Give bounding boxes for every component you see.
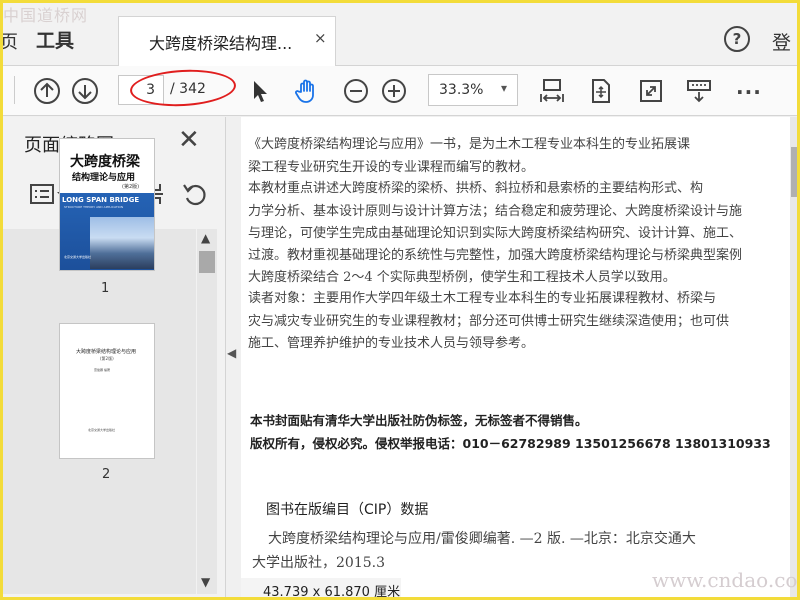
scroll-down-icon[interactable]: ▼ [201,575,210,589]
zoom-out-button[interactable] [339,74,373,108]
arrow-down-circle-icon [72,78,98,104]
cover-band: LONG SPAN BRIDGE STRUCTURE THEORY AND AP… [60,193,154,270]
scrollbar-thumb[interactable] [199,251,215,273]
cover-publisher: 北京交通大学出版社 [64,255,92,259]
fit-page-icon [592,79,610,103]
doc-line: 本教材重点讲述大跨度桥梁的梁桥、拱桥、斜拉桥和悬索桥的主要结构形式、构 [248,181,704,196]
cover-english-subtitle: STRUCTURE THEORY AND APPLICATION [64,205,124,209]
document-view[interactable]: 《大跨度桥梁结构理论与应用》一书，是为土木工程专业本科生的专业拓展课 梁工程专业… [241,117,800,600]
watermark-bottom: www.cndao.com [652,568,800,592]
keyboard-down-icon [687,80,711,103]
cip-heading: 图书在版编目（CIP）数据 [266,502,429,518]
hand-icon [295,79,314,103]
cover-bridge-photo [90,217,154,269]
doc-line: 《大跨度桥梁结构理论与应用》一书，是为土木工程专业本科生的专业拓展课 [248,137,691,152]
doc-line: 梁工程专业研究生开设的专业课程而编写的教材。 [248,160,535,175]
tab-home-stub[interactable]: 页 [0,28,18,54]
copyright-notice: 版权所有，侵权必究。侵权举报电话：010－62782989 1350125667… [250,436,771,451]
more-options-icon[interactable]: ··· [736,80,762,104]
collapse-panel-icon[interactable]: ◀ [227,346,236,360]
cover-edition: (第2版) [122,184,140,190]
main-toolbar: 3 / 342 33.3% ▾ ··· [0,66,800,116]
doc-line: 力学分析、基本设计原则与设计计算方法；结合稳定和疲劳理论、大跨度桥梁设计与施 [248,204,743,219]
read-mode-button[interactable] [682,74,716,108]
title-page-publisher: 北京交通大学出版社 [88,428,116,432]
doc-line: 灾与减灾专业研究生的专业课程教材；部分还可供博士研究生继续深造使用；也可供 [248,314,730,329]
cover-subtitle: 结构理论与应用 [72,173,136,183]
thumbnail-label: 1 [101,281,110,296]
tab-document[interactable]: 大跨度桥梁结构理... × [118,16,336,67]
plus-circle-icon [382,79,406,103]
zoom-in-button[interactable] [377,74,411,108]
help-icon[interactable]: ? [724,26,750,52]
tab-tools[interactable]: 工具 [36,26,74,53]
anti-counterfeit-notice: 本书封面贴有清华大学出版社防伪标签，无标签者不得销售。 [250,413,588,428]
rotate-page-button[interactable] [178,177,212,211]
document-scrollbar[interactable] [790,117,800,600]
fit-width-icon [540,79,564,102]
arrow-up-circle-icon [34,78,60,104]
close-panel-icon[interactable]: ✕ [178,127,200,153]
full-screen-button[interactable] [634,74,668,108]
thumbnail-page-1[interactable]: 大跨度桥梁 结构理论与应用 (第2版) LONG SPAN BRIDGE STR… [59,138,155,271]
cover-english-title: LONG SPAN BRIDGE [62,196,140,204]
previous-page-button[interactable] [30,74,64,108]
close-icon[interactable]: × [314,29,327,47]
watermark-top: 中国道桥网 [3,6,89,25]
expand-icon [640,80,662,102]
doc-line: 施工、管理养护维护的专业技术人员与领导参考。 [248,336,535,351]
doc-line: 过渡。教材重视基础理论的系统性与完整性，加强大跨度桥梁结构理论与桥梁典型案例 [248,248,743,263]
page-size-label: 43.739 x 61.870 厘米 [263,585,401,600]
scrollbar-thumb[interactable] [791,147,799,197]
fit-page-button[interactable] [584,74,618,108]
title-page-authors: 雷俊卿 编著 [94,368,110,372]
status-bar: 43.739 x 61.870 厘米 [241,578,401,600]
chevron-down-icon: ▾ [501,81,508,95]
zoom-select[interactable]: 33.3% ▾ [428,74,518,106]
doc-line: 大跨度桥梁结合 2～4 个实际典型桥例，使学生和工程技术人员学以致用。 [248,270,676,285]
doc-line: 与理论，可使学生完成由基础理论知识到实际大跨度桥梁结构研究、设计计算、施工、 [248,226,743,241]
cursor-arrow-icon [254,81,267,102]
rotate-icon [183,184,206,206]
title-page-title: 大跨度桥梁结构理论与应用 [76,349,137,355]
title-page-edition: (第2版) [100,356,114,361]
doc-line: 读者对象：主要用作大学四年级土木工程专业本科生的专业拓展课程教材、桥梁与 [248,291,717,306]
minus-circle-icon [344,79,368,103]
hand-tool-button[interactable] [290,74,324,108]
cip-line: 大学出版社，2015.3 [252,555,385,571]
thumbnail-scrollbar[interactable]: ▲ ▼ [197,229,217,594]
title-bar: 页 工具 大跨度桥梁结构理... × ? 登 [0,0,800,67]
cip-line: 大跨度桥梁结构理论与应用/雷俊卿编著. —2 版. —北京：北京交通大 [268,531,696,547]
fit-width-button[interactable] [535,74,569,108]
scroll-up-icon[interactable]: ▲ [201,231,210,245]
toolbar-divider [14,76,15,104]
login-button[interactable]: 登 [772,28,791,55]
thumbnail-label: 2 [102,467,111,482]
select-tool-button[interactable] [242,74,276,108]
thumbnail-page-2[interactable]: 大跨度桥梁结构理论与应用 (第2版) 雷俊卿 编著 北京交通大学出版社 [59,323,155,459]
tab-document-title: 大跨度桥梁结构理... [149,34,293,53]
zoom-value: 33.3% [439,82,484,98]
cover-title: 大跨度桥梁 [70,154,140,170]
next-page-button[interactable] [68,74,102,108]
